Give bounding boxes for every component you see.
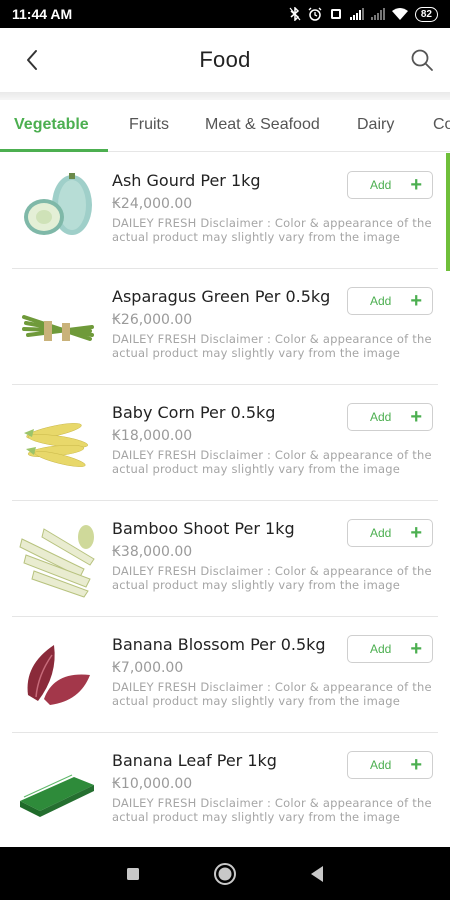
add-button[interactable]: Add + [347,403,433,431]
bluetooth-icon [289,7,301,21]
status-bar: 11:44 AM 82 [0,0,450,28]
add-label: Add [370,758,392,772]
recents-square-icon [127,868,139,880]
product-price: ₭26,000.00 [112,312,193,328]
product-name: Banana Blossom Per 0.5kg [112,635,326,654]
add-label: Add [370,294,392,308]
plus-icon: + [410,290,422,312]
product-disclaimer: DAILEY FRESH Disclaimer : Color & appear… [112,332,432,360]
list-item[interactable]: Banana Blossom Per 0.5kg ₭7,000.00 DAILE… [0,617,450,733]
list-item[interactable]: Baby Corn Per 0.5kg ₭18,000.00 DAILEY FR… [0,385,450,501]
status-time: 11:44 AM [12,6,73,22]
add-label: Add [370,526,392,540]
banana-leaf-image [20,774,94,817]
asparagus-image [22,315,94,341]
add-button[interactable]: Add + [347,519,433,547]
signal-icon [370,8,385,20]
add-label: Add [370,642,392,656]
search-button[interactable] [404,44,440,76]
product-price: ₭18,000.00 [112,428,193,444]
signal-icon [349,8,364,20]
tab-dairy[interactable]: Dairy [357,100,394,151]
product-list[interactable]: Ash Gourd Per 1kg ₭24,000.00 DAILEY FRES… [0,153,450,847]
vibrate-icon [330,9,341,19]
product-name: Asparagus Green Per 0.5kg [112,287,331,306]
page-title: Food [199,47,251,72]
product-disclaimer: DAILEY FRESH Disclaimer : Color & appear… [112,796,432,824]
product-name: Banana Leaf Per 1kg [112,751,277,770]
plus-icon: + [410,754,422,776]
back-triangle-icon [311,866,323,882]
product-name: Bamboo Shoot Per 1kg [112,519,295,538]
product-disclaimer: DAILEY FRESH Disclaimer : Color & appear… [112,216,432,244]
add-button[interactable]: Add + [347,751,433,779]
add-button[interactable]: Add + [347,287,433,315]
recents-button[interactable] [120,861,146,887]
list-item[interactable]: Banana Leaf Per 1kg ₭10,000.00 DAILEY FR… [0,733,450,847]
product-disclaimer: DAILEY FRESH Disclaimer : Color & appear… [112,680,432,708]
product-price: ₭38,000.00 [112,544,193,560]
plus-icon: + [410,522,422,544]
product-price: ₭7,000.00 [112,660,184,676]
list-item[interactable]: Asparagus Green Per 0.5kg ₭26,000.00 DAI… [0,269,450,385]
add-button[interactable]: Add + [347,635,433,663]
scrollbar[interactable] [446,153,450,271]
list-item[interactable]: Bamboo Shoot Per 1kg ₭38,000.00 DAILEY F… [0,501,450,617]
tab-meat-seafood[interactable]: Meat & Seafood [205,100,320,151]
header-divider [0,92,450,100]
status-icons: 82 [289,6,438,22]
add-label: Add [370,410,392,424]
product-name: Ash Gourd Per 1kg [112,171,261,190]
battery-icon: 82 [414,6,438,22]
product-disclaimer: DAILEY FRESH Disclaimer : Color & appear… [112,564,432,592]
product-disclaimer: DAILEY FRESH Disclaimer : Color & appear… [112,448,432,476]
app-header: Food [0,28,450,92]
home-button[interactable] [212,861,238,887]
tab-co[interactable]: Co [433,100,450,151]
banana-blossom-image [27,645,90,705]
list-item[interactable]: Ash Gourd Per 1kg ₭24,000.00 DAILEY FRES… [0,153,450,269]
system-nav-bar [0,847,450,900]
baby-corn-image [24,423,88,467]
product-name: Baby Corn Per 0.5kg [112,403,276,422]
category-tabs: Vegetable Fruits Meat & Seafood Dairy Co [0,100,450,152]
home-circle-icon [214,863,236,885]
add-label: Add [370,178,392,192]
product-price: ₭24,000.00 [112,196,193,212]
plus-icon: + [410,638,422,660]
ash-gourd-image [24,173,92,235]
search-icon [411,49,433,71]
back-nav-button[interactable] [304,861,330,887]
back-button[interactable] [14,44,50,76]
chevron-left-icon [27,50,37,70]
plus-icon: + [410,406,422,428]
active-tab-indicator [0,149,108,152]
product-price: ₭10,000.00 [112,776,193,792]
tab-fruits[interactable]: Fruits [129,100,169,151]
plus-icon: + [410,174,422,196]
alarm-icon [308,7,322,21]
bamboo-shoot-image [19,525,95,598]
wifi-icon [391,7,408,20]
add-button[interactable]: Add + [347,171,433,199]
tab-vegetable[interactable]: Vegetable [14,100,89,151]
